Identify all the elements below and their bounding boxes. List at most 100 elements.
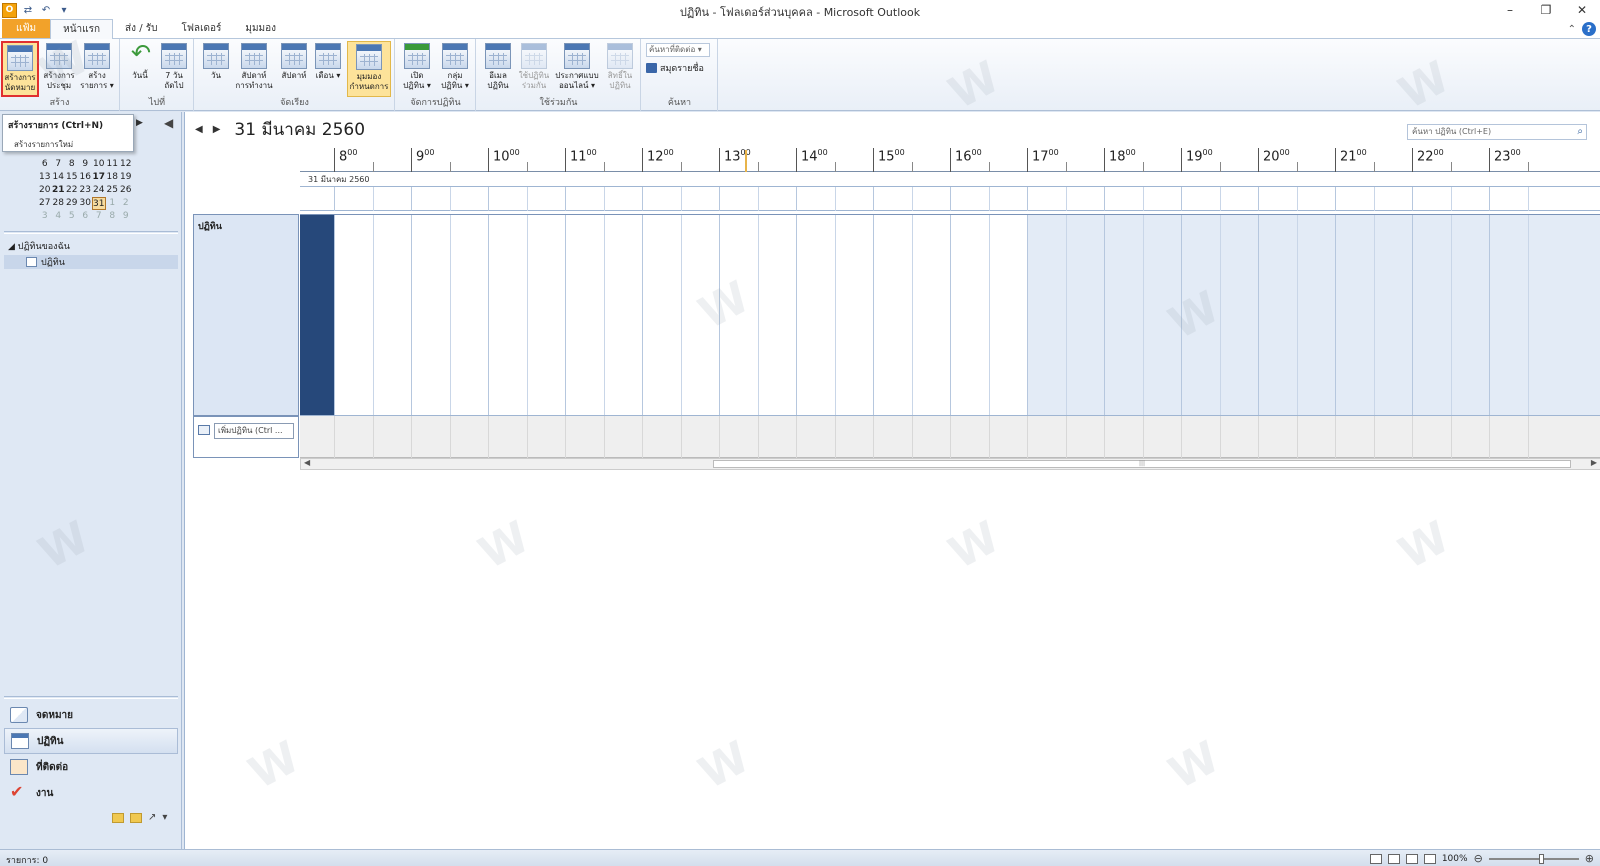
undo-icon[interactable]: ↶: [39, 3, 53, 17]
month-view-button[interactable]: เดือน ▾: [309, 41, 347, 97]
scrollbar-thumb[interactable]: |||: [713, 460, 1571, 468]
minical-day[interactable]: 18: [106, 171, 120, 184]
email-calendar-button[interactable]: อีเมล ปฏิทิน: [479, 41, 517, 97]
minical-day[interactable]: 6: [79, 210, 93, 223]
reading-view-icon[interactable]: [1387, 853, 1400, 864]
module-tasks[interactable]: ✔ งาน: [4, 780, 178, 806]
schedule-view-button[interactable]: มุมมอง กำหนดการ: [347, 41, 391, 97]
zoom-in-icon[interactable]: ⊕: [1585, 852, 1594, 865]
minical-day[interactable]: 16: [79, 171, 93, 184]
close-button[interactable]: ✕: [1564, 0, 1600, 20]
minical-day[interactable]: 4: [52, 210, 66, 223]
next-7-days-button[interactable]: 7 วัน ถัดไป: [155, 41, 193, 97]
minical-day[interactable]: 8: [106, 210, 120, 223]
share-calendar-button[interactable]: ใช้ปฏิทิน ร่วมกัน: [515, 41, 553, 97]
minical-day[interactable]: 9: [79, 158, 93, 171]
collapse-nav-icon[interactable]: ◀: [164, 116, 173, 130]
minical-day[interactable]: 22: [65, 184, 79, 197]
calendar-groups-button[interactable]: กลุ่ม ปฏิทิน ▾: [436, 41, 474, 97]
minical-day[interactable]: 14: [52, 171, 66, 184]
tab-folder[interactable]: โฟลเดอร์: [169, 19, 233, 38]
tab-send-receive[interactable]: ส่ง / รับ: [113, 19, 169, 38]
minical-day[interactable]: 7: [92, 210, 106, 223]
minical-day-today[interactable]: 31: [92, 197, 106, 210]
minical-next-arrow-icon[interactable]: ▶: [136, 118, 143, 128]
zoom-level[interactable]: 100%: [1442, 854, 1468, 864]
new-appointment-button[interactable]: สร้างการ นัดหมาย: [1, 41, 39, 97]
work-week-view-button[interactable]: สัปดาห์ การทำงาน: [233, 41, 275, 97]
minical-day[interactable]: 21: [52, 184, 66, 197]
week-view-button[interactable]: สัปดาห์: [275, 41, 313, 97]
next-day-icon[interactable]: ▶: [213, 124, 221, 135]
minical-day[interactable]: 10: [92, 158, 106, 171]
normal-view-icon[interactable]: [1369, 853, 1382, 864]
restore-button[interactable]: ❐: [1528, 0, 1564, 20]
minical-day[interactable]: 23: [79, 184, 93, 197]
help-icon[interactable]: ?: [1582, 22, 1596, 36]
previous-day-icon[interactable]: ◀: [195, 124, 203, 135]
minical-day[interactable]: 28: [52, 197, 66, 210]
minical-day[interactable]: 3: [38, 210, 52, 223]
module-mail[interactable]: จดหมาย: [4, 702, 178, 728]
customize-qat-icon[interactable]: ▾: [57, 3, 71, 17]
tab-home[interactable]: หน้าแรก: [50, 19, 114, 39]
minical-day[interactable]: 29: [65, 197, 79, 210]
all-day-row[interactable]: [300, 187, 1600, 211]
search-people-input[interactable]: ค้นหาที่ติดต่อ ▾: [646, 43, 710, 57]
today-button[interactable]: วันนี้: [121, 39, 159, 97]
minical-day[interactable]: 13: [38, 171, 52, 184]
folder-list-icon[interactable]: [130, 812, 142, 823]
new-items-button[interactable]: สร้าง รายการ ▾: [78, 41, 116, 97]
minical-day[interactable]: 19: [119, 171, 133, 184]
scroll-right-icon[interactable]: ▶: [1591, 458, 1597, 467]
notes-icon[interactable]: [112, 812, 124, 823]
minical-day[interactable]: 6: [38, 158, 52, 171]
grid-view-icon[interactable]: [1405, 853, 1418, 864]
module-contacts[interactable]: ที่ติดต่อ: [4, 754, 178, 780]
configure-buttons-icon[interactable]: ▾: [162, 812, 167, 823]
shortcuts-icon[interactable]: ↗: [148, 812, 156, 823]
search-icon[interactable]: ⌕: [1577, 125, 1583, 139]
minical-day[interactable]: 5: [65, 210, 79, 223]
minimize-ribbon-icon[interactable]: ⌃: [1568, 24, 1576, 35]
minical-day[interactable]: 26: [119, 184, 133, 197]
new-meeting-button[interactable]: สร้างการ ประชุม: [40, 41, 78, 97]
minical-day[interactable]: 9: [119, 210, 133, 223]
zoom-out-icon[interactable]: ⊖: [1474, 852, 1483, 865]
email-calendar-icon: [485, 43, 511, 69]
minical-day[interactable]: 30: [79, 197, 93, 210]
module-calendar[interactable]: ปฏิทิน: [4, 728, 178, 754]
send-receive-icon[interactable]: ⇄: [21, 3, 35, 17]
minimize-button[interactable]: –: [1492, 0, 1528, 20]
publish-online-button[interactable]: ประกาศแบบ ออนไลน์ ▾: [553, 41, 601, 97]
tab-view[interactable]: มุมมอง: [233, 19, 288, 38]
minical-day[interactable]: 15: [65, 171, 79, 184]
minical-day[interactable]: 12: [119, 158, 133, 171]
zoom-slider-knob[interactable]: [1538, 853, 1544, 864]
folder-item-calendar[interactable]: ปฏิทิน: [4, 255, 178, 269]
minical-day[interactable]: 27: [38, 197, 52, 210]
address-book-button[interactable]: สมุดรายชื่อ: [646, 61, 704, 75]
add-calendar-input[interactable]: เพิ่มปฏิทิน (Ctrl ...: [214, 423, 294, 439]
schedule-timeline[interactable]: [300, 214, 1600, 416]
minical-day[interactable]: 7: [52, 158, 66, 171]
zoom-slider[interactable]: [1488, 853, 1579, 864]
my-calendars-header[interactable]: ◢ ปฏิทินของฉัน: [8, 239, 70, 253]
day-view-button[interactable]: วัน: [197, 41, 235, 97]
compact-view-icon[interactable]: [1423, 853, 1436, 864]
scroll-left-icon[interactable]: ◀: [304, 458, 310, 467]
minical-day[interactable]: 20: [38, 184, 52, 197]
calendar-search-input[interactable]: ค้นหา ปฏิทิน (Ctrl+E) ⌕: [1407, 124, 1587, 140]
minical-day[interactable]: 24: [92, 184, 106, 197]
horizontal-scrollbar[interactable]: ◀ ||| ▶: [300, 458, 1600, 470]
calendar-permissions-button[interactable]: สิทธิ์ใน ปฏิทิน: [601, 41, 639, 97]
minical-day[interactable]: 25: [106, 184, 120, 197]
busy-time-block[interactable]: [300, 215, 334, 415]
minical-day[interactable]: 1: [106, 197, 120, 210]
minical-day[interactable]: 17: [92, 171, 106, 184]
minical-day[interactable]: 2: [119, 197, 133, 210]
minical-day[interactable]: 11: [106, 158, 120, 171]
minical-day[interactable]: 8: [65, 158, 79, 171]
open-calendar-button[interactable]: เปิด ปฏิทิน ▾: [398, 41, 436, 97]
tab-file[interactable]: แฟ้ม: [2, 19, 51, 38]
